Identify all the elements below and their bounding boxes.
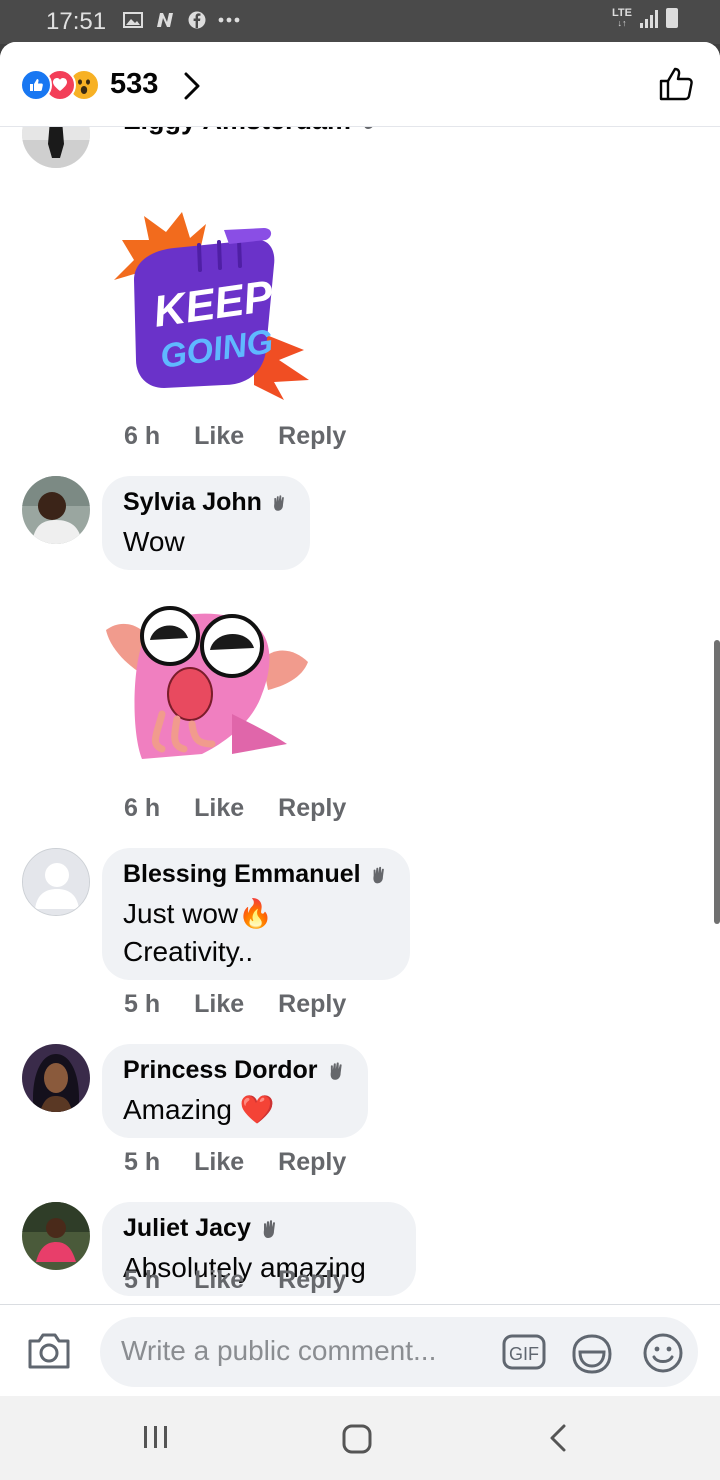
comment-author[interactable]: Blessing Emmanuel [123,860,389,889]
comment-input-placeholder: Write a public comment... [121,1335,437,1366]
emoji-button[interactable] [642,1332,684,1379]
android-nav-bar [0,1396,720,1480]
comment-author[interactable]: Sylvia John [123,488,289,517]
comments-sheet: 533 Ziggy Amsterdam KEEP GOIN [0,42,720,1396]
avatar[interactable] [22,476,90,544]
comment-bubble[interactable]: Sylvia John Wow [102,476,310,570]
comment-actions: 6 h Like Reply [124,794,346,823]
more-dots-icon [218,11,240,29]
reactions-summary[interactable]: 533 [20,68,158,101]
keep-going-sticker[interactable]: KEEP GOING [104,210,314,400]
top-fan-badge-icon [372,866,384,883]
comment-actions: 6 h Like Reply [124,422,346,451]
comment-author[interactable]: Ziggy Amsterdam [124,126,381,138]
reply-comment-button[interactable]: Reply [278,422,346,451]
comment-time: 5 h [124,1266,161,1294]
comment-text: Wow [123,526,185,557]
reply-comment-button[interactable]: Reply [278,794,346,823]
comment-bubble[interactable]: Blessing Emmanuel Just wow🔥 Creativity.. [102,848,410,980]
comment-time: 6 h [124,422,161,450]
like-comment-button[interactable]: Like [194,1148,244,1177]
facebook-icon [186,11,208,29]
top-fan-badge-icon [263,1219,275,1238]
comment-text: Amazing ❤️ [123,1094,275,1125]
status-time: 17:51 [46,8,107,35]
comment-input[interactable]: Write a public comment... GIF [100,1317,698,1387]
comment-time: 6 h [124,794,161,822]
gif-button[interactable]: GIF [502,1332,546,1377]
reply-comment-button[interactable]: Reply [278,990,346,1019]
reactions-header: 533 [0,42,720,127]
comment-author[interactable]: Juliet Jacy [123,1214,395,1243]
n-app-icon [154,11,176,29]
gallery-icon [122,11,144,29]
thumbs-up-icon [659,67,693,101]
status-system-icons: LTE ↓↑ [612,8,678,28]
chevron-right-icon[interactable] [182,72,202,105]
comment-time: 5 h [124,990,161,1018]
comment-author[interactable]: Princess Dordor [123,1056,347,1085]
avatar[interactable] [22,126,90,168]
reaction-count: 533 [110,68,159,100]
recent-apps-button[interactable] [142,1424,170,1455]
sticker-icon [572,1334,612,1374]
comment-text: Just wow🔥 Creativity.. [123,898,274,967]
gif-label: GIF [509,1344,539,1364]
battery-icon [666,8,678,28]
smiley-icon [643,1333,683,1373]
like-comment-button[interactable]: Like [194,422,244,451]
home-icon [342,1424,372,1454]
default-avatar[interactable] [22,848,90,916]
top-fan-badge-icon [330,1061,342,1080]
recent-apps-icon [144,1426,167,1448]
status-bar: 17:51 LTE ↓↑ [0,0,720,44]
reply-comment-button[interactable]: Reply [278,1148,346,1177]
top-fan-badge-icon [274,494,284,511]
comment-actions: 5 h Like Reply [124,990,346,1019]
like-post-button[interactable] [658,66,694,107]
comment-bubble[interactable]: Princess Dordor Amazing ❤️ [102,1044,368,1138]
comments-list: Ziggy Amsterdam KEEP GOING 6 h Like Repl… [0,126,720,1306]
comment-actions: 5 h Like Reply [124,1266,346,1295]
avatar[interactable] [22,1202,90,1270]
sticker-button[interactable] [570,1332,614,1381]
like-comment-button[interactable]: Like [194,1266,244,1295]
like-comment-button[interactable]: Like [194,990,244,1019]
avatar[interactable] [22,1044,90,1112]
comment-composer: Write a public comment... GIF [0,1304,720,1396]
comment-time: 5 h [124,1148,161,1176]
camera-icon[interactable] [26,1331,72,1376]
back-button[interactable] [548,1422,568,1459]
status-notification-icons [122,11,240,29]
lte-indicator: LTE ↓↑ [612,7,632,29]
like-comment-button[interactable]: Like [194,794,244,823]
reply-comment-button[interactable]: Reply [278,1266,346,1295]
comment-actions: 5 h Like Reply [124,1148,346,1177]
surprised-creature-sticker[interactable] [102,604,312,764]
scrollbar[interactable] [714,640,720,924]
signal-icon [640,8,658,28]
like-reaction-icon [20,68,52,101]
home-button[interactable] [342,1424,372,1459]
back-icon [550,1424,566,1452]
